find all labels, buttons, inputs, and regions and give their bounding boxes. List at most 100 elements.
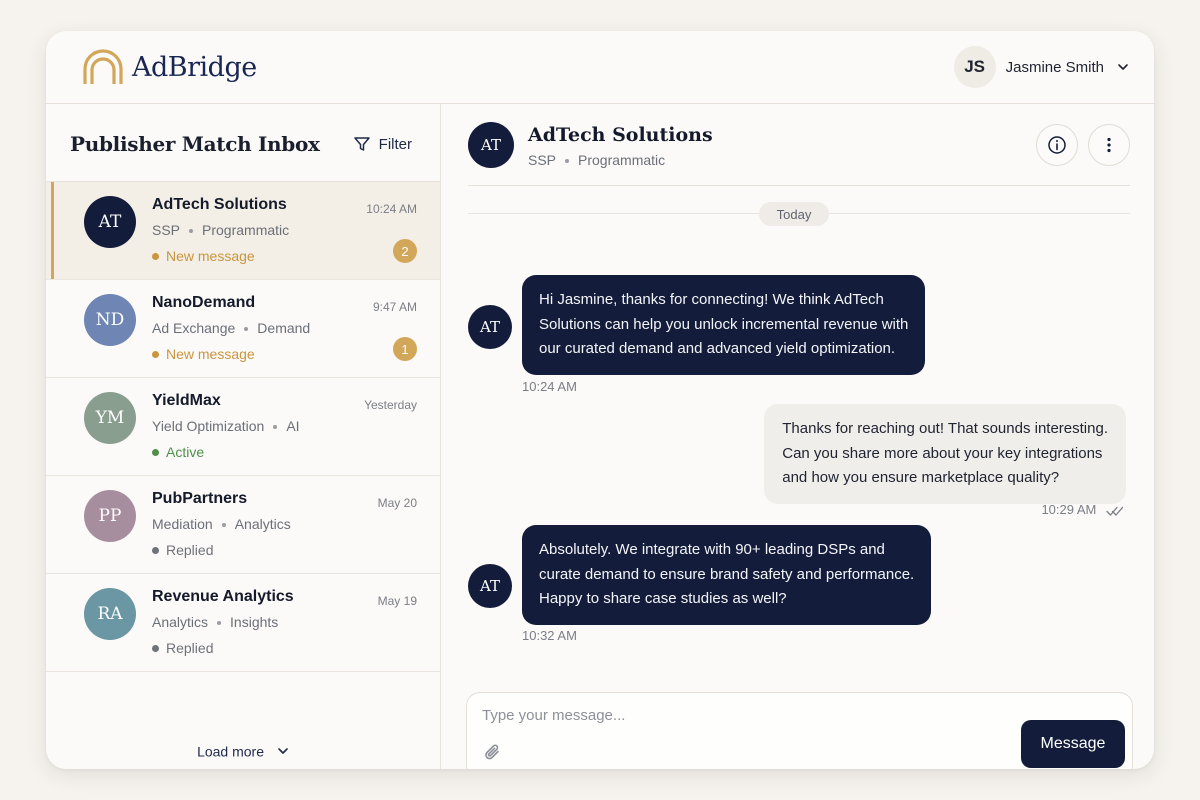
separator-dot	[217, 621, 222, 626]
contact-avatar: RA	[84, 588, 136, 640]
contact-tag: Demand	[257, 320, 311, 336]
message-time: 10:24 AM	[522, 379, 577, 394]
contact-avatar: AT	[84, 196, 136, 248]
contact-name: AdTech Solutions	[152, 196, 287, 213]
contact-avatar: ND	[84, 294, 136, 346]
contact-tags: Yield Optimization AI	[152, 418, 300, 434]
chat-avatar: AT	[468, 122, 514, 168]
chat-contact-name: AdTech Solutions	[528, 124, 713, 146]
filter-label: Filter	[378, 135, 412, 153]
message-line: Can you share more about your key integr…	[782, 444, 1103, 462]
conversation-time: Yesterday	[364, 398, 417, 412]
conversation-time: 10:24 AM	[366, 202, 417, 216]
more-vertical-icon	[1107, 137, 1111, 153]
incoming-message: Absolutely. We integrate with 90+ leadin…	[522, 525, 932, 625]
contact-name: YieldMax	[152, 392, 221, 409]
send-message-button[interactable]: Message	[1021, 720, 1125, 768]
message-line: Solutions can help you unlock incrementa…	[539, 315, 909, 333]
status-text: New message	[166, 248, 255, 264]
conversation-item[interactable]: RA Revenue Analytics May 19 Analytics Insigh…	[46, 574, 440, 672]
status-text: Replied	[166, 640, 214, 656]
contact-name: PubPartners	[152, 490, 248, 507]
message-line: Happy to share case studies as well?	[539, 590, 787, 607]
contact-tags: Mediation Analytics	[152, 516, 291, 532]
filter-button[interactable]: Filter	[353, 135, 412, 153]
inbox-title: Publisher Match Inbox	[70, 132, 320, 156]
conversation-status: New message	[152, 248, 255, 264]
conversation-time: May 19	[377, 594, 417, 608]
conversation-item[interactable]: PP PubPartners May 20 Mediation Analytics Rep…	[46, 476, 440, 574]
conversation-status: Replied	[152, 542, 213, 558]
chat-header: AT AdTech Solutions SSP Programmatic	[468, 104, 1130, 186]
chat-panel: AT AdTech Solutions SSP Programmatic Toda…	[442, 104, 1154, 769]
inbox-sidebar: Publisher Match Inbox Filter AT AdTech So…	[46, 104, 441, 769]
message-avatar: AT	[468, 305, 512, 349]
user-avatar: JS	[953, 46, 996, 88]
conversation-item[interactable]: AT AdTech Solutions 10:24 AM SSP Programmati…	[46, 182, 440, 280]
status-dot	[152, 350, 159, 358]
message-line: curate demand to ensure brand safety and…	[539, 565, 915, 583]
contact-avatar: PP	[84, 490, 136, 542]
separator-dot	[273, 425, 278, 430]
separator-dot	[189, 229, 194, 234]
logo[interactable]: AdBridge	[82, 49, 257, 85]
contact-tag: AI	[286, 418, 300, 434]
status-text: New message	[166, 346, 255, 362]
separator-dot	[221, 523, 226, 528]
logo-text: AdBridge	[132, 51, 257, 83]
message-line: Thanks for reaching out! That sounds int…	[782, 420, 1108, 437]
info-icon	[1048, 136, 1066, 154]
top-bar: AdBridge JS Jasmine Smith	[46, 31, 1154, 104]
paperclip-icon[interactable]	[483, 742, 503, 764]
separator-dot	[244, 327, 249, 332]
status-dot	[152, 252, 159, 260]
incoming-message: Hi Jasmine, thanks for connecting! We th…	[522, 275, 926, 375]
contact-tag: Analytics	[152, 614, 209, 630]
unread-count-badge: 2	[393, 239, 417, 263]
status-dot	[152, 546, 159, 554]
message-time-row: 10:29 AM	[1041, 502, 1124, 517]
message-line: Hi Jasmine, thanks for connecting! We th…	[539, 291, 884, 308]
contact-tag: Insights	[230, 614, 279, 630]
contact-tags: Analytics Insights	[152, 614, 278, 630]
outgoing-message: Thanks for reaching out! That sounds int…	[764, 404, 1126, 504]
chevron-down-icon	[1118, 64, 1128, 70]
contact-avatar: YM	[84, 392, 136, 444]
contact-tag: Ad Exchange	[152, 320, 236, 336]
status-dot	[152, 644, 159, 652]
contact-tag: Yield Optimization	[152, 418, 265, 434]
contact-tag: Mediation	[152, 516, 213, 532]
read-receipt-icon	[1106, 506, 1124, 516]
conversation-item[interactable]: ND NanoDemand 9:47 AM Ad Exchange Demand New …	[46, 280, 440, 378]
contact-tags: Ad Exchange Demand	[152, 320, 310, 336]
contact-tag: Programmatic	[202, 222, 290, 238]
message-input[interactable]	[482, 707, 982, 724]
chevron-down-icon	[278, 748, 288, 755]
day-label: Today	[759, 202, 829, 226]
status-dot	[152, 448, 159, 456]
load-more-button[interactable]: Load more	[46, 742, 441, 759]
contact-name: NanoDemand	[152, 294, 256, 311]
more-options-button[interactable]	[1088, 124, 1130, 166]
conversation-list: AT AdTech Solutions 10:24 AM SSP Programmati…	[46, 182, 440, 672]
message-time: 10:29 AM	[1041, 502, 1097, 517]
message-composer: Message	[466, 692, 1133, 769]
info-button[interactable]	[1036, 124, 1078, 166]
conversation-status: Active	[152, 444, 204, 460]
contact-tag: SSP	[152, 222, 181, 238]
conversation-time: May 20	[377, 496, 417, 510]
message-avatar: AT	[468, 564, 512, 608]
user-menu[interactable]: JS Jasmine Smith	[953, 46, 1130, 88]
inbox-header: Publisher Match Inbox Filter	[46, 104, 440, 182]
message-line: Absolutely. We integrate with 90+ leadin…	[539, 541, 885, 558]
message-line: our curated demand and advanced yield op…	[539, 340, 896, 357]
chat-tag: SSP	[528, 152, 557, 168]
conversation-item[interactable]: YM YieldMax Yesterday Yield Optimization AI A…	[46, 378, 440, 476]
contact-tag: Analytics	[234, 516, 291, 532]
chat-tag: Programmatic	[578, 152, 666, 168]
separator-dot	[565, 159, 570, 164]
message-time: 10:32 AM	[522, 628, 577, 643]
message-line: and how you ensure marketplace quality?	[782, 469, 1060, 486]
conversation-status: Replied	[152, 640, 213, 656]
contact-tags: SSP Programmatic	[152, 222, 289, 238]
